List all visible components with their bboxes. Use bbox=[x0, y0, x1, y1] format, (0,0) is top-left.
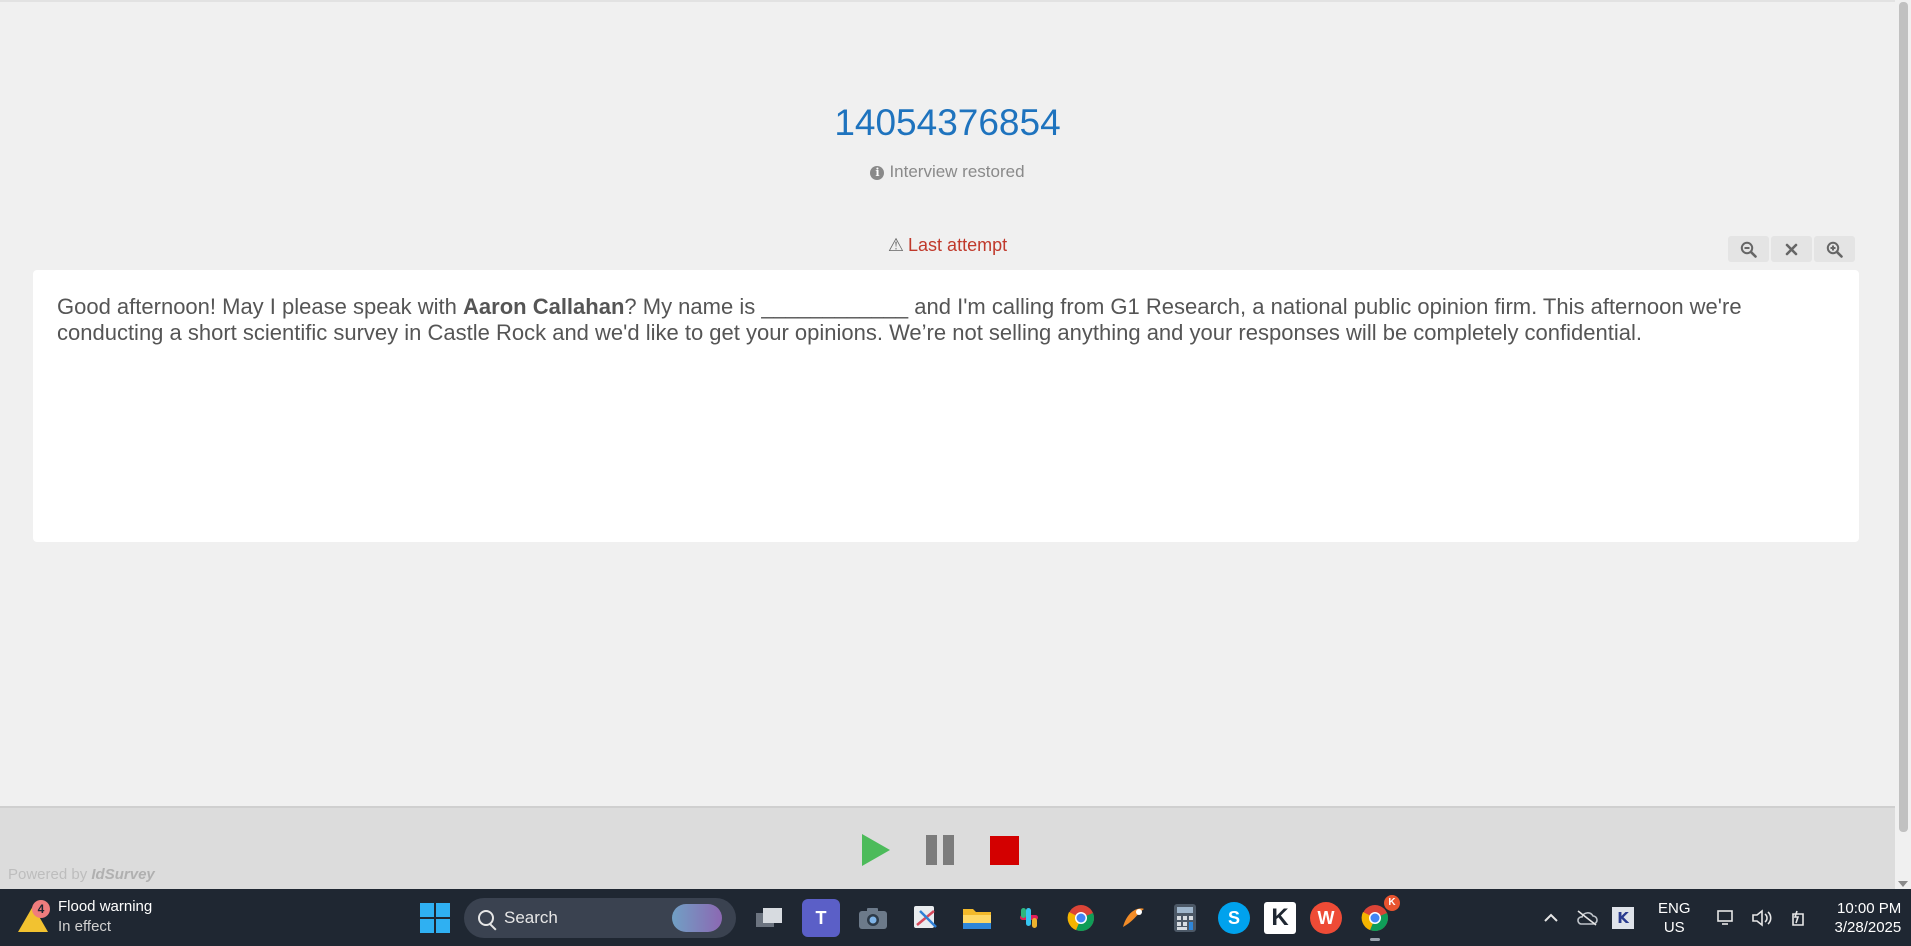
vertical-scrollbar[interactable] bbox=[1895, 0, 1911, 889]
keyboard-app-icon[interactable]: K bbox=[1612, 906, 1634, 929]
call-control-bar: Powered by IdSurvey bbox=[0, 806, 1895, 889]
volume-icon[interactable] bbox=[1751, 907, 1773, 929]
language-top: ENG bbox=[1658, 899, 1691, 917]
interview-status: i Interview restored bbox=[0, 162, 1895, 182]
clock-time: 10:00 PM bbox=[1837, 899, 1902, 917]
question-text: Good afternoon! May I please speak with … bbox=[57, 294, 1835, 346]
play-icon bbox=[862, 834, 890, 866]
cloud-offline-icon[interactable] bbox=[1576, 907, 1598, 929]
respondent-name: Aaron Callahan bbox=[463, 294, 625, 319]
search-label: Search bbox=[504, 908, 558, 927]
question-text-intro: Good afternoon! May I please speak with bbox=[57, 294, 464, 319]
scrollbar-thumb[interactable] bbox=[1899, 2, 1908, 832]
language-indicator[interactable]: ENG US bbox=[1658, 899, 1691, 937]
pause-icon bbox=[926, 835, 954, 865]
last-attempt-warning: ⚠ Last attempt bbox=[0, 235, 1895, 256]
warning-icon: ⚠ bbox=[887, 235, 905, 256]
chrome-profile-badge: K bbox=[1384, 895, 1400, 911]
play-button[interactable] bbox=[862, 834, 890, 866]
system-tray: K ENG US 10:00 PM 3/28/2025 bbox=[1540, 889, 1901, 946]
wps-office-icon[interactable]: W bbox=[1310, 902, 1342, 934]
search-icon bbox=[478, 910, 494, 926]
playback-controls bbox=[862, 834, 1019, 866]
battery-icon[interactable] bbox=[1787, 907, 1809, 929]
system-clock[interactable]: 10:00 PM 3/28/2025 bbox=[1835, 899, 1902, 937]
chrome-profile-icon[interactable]: K bbox=[1356, 895, 1400, 941]
taskbar-search[interactable]: Search bbox=[464, 898, 736, 938]
zoom-toolbar bbox=[1728, 236, 1855, 262]
teams-icon[interactable]: T bbox=[802, 899, 840, 937]
app-orange-icon[interactable] bbox=[1114, 899, 1152, 937]
close-icon bbox=[1785, 243, 1798, 255]
powered-by-text: Powered by bbox=[8, 866, 88, 883]
stop-icon bbox=[990, 835, 1019, 865]
zoom-out-icon bbox=[1740, 241, 1757, 258]
question-card: Good afternoon! May I please speak with … bbox=[33, 270, 1859, 542]
windows-taskbar: 4 Flood warning In effect Search T S K W… bbox=[0, 889, 1911, 946]
slack-icon[interactable] bbox=[1010, 899, 1048, 937]
powered-by: Powered by IdSurvey bbox=[8, 866, 155, 883]
weather-badge: 4 bbox=[32, 900, 50, 918]
stop-button[interactable] bbox=[990, 835, 1019, 865]
powered-by-brand: IdSurvey bbox=[91, 866, 155, 883]
skype-icon[interactable]: S bbox=[1218, 902, 1250, 934]
chrome-icon[interactable] bbox=[1062, 899, 1100, 937]
zoom-in-button[interactable] bbox=[1814, 236, 1855, 262]
zoom-out-button[interactable] bbox=[1728, 236, 1769, 262]
network-icon[interactable] bbox=[1715, 907, 1737, 929]
last-attempt-text: Last attempt bbox=[908, 235, 1008, 255]
k-app-icon[interactable]: K bbox=[1264, 902, 1296, 934]
clock-date: 3/28/2025 bbox=[1834, 918, 1902, 936]
info-icon: i bbox=[870, 166, 885, 180]
interview-status-text: Interview restored bbox=[889, 162, 1025, 181]
task-view-icon[interactable] bbox=[750, 899, 788, 937]
pause-button[interactable] bbox=[926, 835, 954, 865]
survey-page: 14054376854 i Interview restored ⚠ Last at… bbox=[0, 0, 1895, 806]
scroll-down-arrow-icon[interactable] bbox=[1898, 881, 1908, 887]
search-highlight-icon bbox=[672, 904, 722, 932]
weather-title: Flood warning bbox=[58, 898, 153, 915]
taskbar-apps: Search T S K W K bbox=[420, 895, 1400, 941]
zoom-reset-button[interactable] bbox=[1771, 236, 1812, 262]
calculator-icon[interactable] bbox=[1166, 899, 1204, 937]
camera-icon[interactable] bbox=[854, 899, 892, 937]
file-explorer-icon[interactable] bbox=[958, 899, 996, 937]
zoom-in-icon bbox=[1826, 241, 1843, 258]
snipping-tool-icon[interactable] bbox=[906, 899, 944, 937]
flood-warning-icon: 4 bbox=[18, 900, 50, 932]
language-bottom: US bbox=[1663, 918, 1685, 936]
survey-id: 14054376854 bbox=[834, 102, 1061, 143]
weather-widget[interactable]: 4 Flood warning In effect bbox=[18, 897, 152, 937]
weather-subtitle: In effect bbox=[58, 918, 112, 935]
start-button[interactable] bbox=[420, 903, 450, 933]
chevron-up-icon[interactable] bbox=[1540, 907, 1562, 929]
